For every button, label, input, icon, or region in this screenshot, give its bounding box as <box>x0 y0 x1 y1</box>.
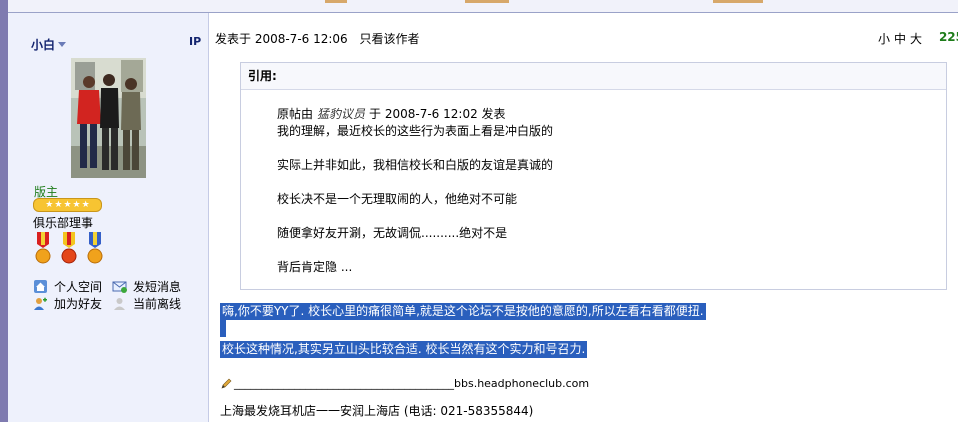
signature-dashes: ________________________________________ <box>234 377 454 390</box>
avatar <box>71 58 146 178</box>
reply-text-line: 校长这种情况,其实另立山头比较合适. 校长当然有这个实力和号召力. <box>220 341 588 358</box>
home-icon <box>34 280 47 293</box>
author-only-link[interactable]: 只看该作者 <box>360 32 420 46</box>
medal-list <box>33 232 105 266</box>
author-username[interactable]: 小白 <box>31 36 67 53</box>
quote-line: 校长决不是一个无理取闹的人，他绝对不可能 <box>277 192 518 206</box>
message-icon <box>112 281 127 293</box>
quote-block: 引用: 原帖由 猛豹议员于 2008-7-6 12:02 发表 我的理解，最近校长… <box>240 62 947 290</box>
rank-stars: ★ ★ ★ ★ ★ <box>33 198 102 212</box>
send-message-label: 发短消息 <box>133 280 182 294</box>
quote-header: 引用: <box>241 63 946 90</box>
quote-line: 我的理解，最近校长的这些行为表面上看是冲白版的 <box>277 124 554 138</box>
add-friend-icon <box>34 297 47 310</box>
star-icon: ★ <box>54 200 63 210</box>
send-message-link[interactable]: 发短消息 <box>112 278 181 295</box>
offline-user-icon <box>114 298 125 310</box>
quote-body: 原帖由 猛豹议员于 2008-7-6 12:02 发表 我的理解，最近校长的这些行… <box>277 106 553 276</box>
personal-space-link[interactable]: 个人空间 <box>33 278 102 295</box>
star-icon: ★ <box>72 200 81 210</box>
window-left-border <box>0 0 8 422</box>
post-content: 发表于 2008-7-6 12:06 只看该作者 小中大 225 引用: 原帖由… <box>209 13 958 422</box>
personal-space-label: 个人空间 <box>54 280 103 294</box>
medal-icon[interactable] <box>33 232 53 266</box>
quote-author-link[interactable]: 猛豹议员 <box>317 107 365 121</box>
quote-line: 随便拿好友开涮，无故调侃..........绝对不是 <box>277 226 508 240</box>
quote-line: 实际上并非如此，我相信校长和白版的友谊是真诚的 <box>277 158 554 172</box>
star-icon: ★ <box>81 200 90 210</box>
author-sidebar: 小白 IP 版主 ★ ★ ★ ★ ★ 俱乐部理事 个人空间 发短消息 加为好友 … <box>8 13 209 422</box>
star-icon: ★ <box>45 200 54 210</box>
medal-icon[interactable] <box>59 232 79 266</box>
quote-byline: 原帖由 猛豹议员于 2008-7-6 12:02 发表 <box>277 107 506 121</box>
ip-button[interactable]: IP <box>189 35 201 48</box>
user-title: 俱乐部理事 <box>33 216 94 230</box>
signature-site[interactable]: bbs.headphoneclub.com <box>454 377 589 390</box>
floor-number[interactable]: 225 <box>939 30 958 44</box>
online-status: 当前离线 <box>112 295 181 312</box>
font-size-switcher[interactable]: 小中大 <box>878 30 926 47</box>
add-friend-link[interactable]: 加为好友 <box>33 295 102 312</box>
reply-blank-line <box>220 320 226 337</box>
star-icon: ★ <box>63 200 72 210</box>
reply-text-line: 嗨,你不要YY了. 校长心里的痛很简单,就是这个论坛不是按他的意愿的,所以左看右… <box>220 303 706 320</box>
post-date: 发表于 2008-7-6 12:06 <box>215 32 348 46</box>
chevron-down-icon[interactable] <box>58 42 67 47</box>
pencil-icon <box>221 378 232 388</box>
online-status-label: 当前离线 <box>133 297 182 311</box>
add-friend-label: 加为好友 <box>54 297 103 311</box>
signature-shop: 上海最发烧耳机店一一安润上海店 (电话: 021-58355844) <box>220 404 534 418</box>
medal-icon[interactable] <box>85 232 105 266</box>
previous-post-edge <box>8 0 958 13</box>
post-meta: 发表于 2008-7-6 12:06 只看该作者 <box>215 30 420 47</box>
quote-line: 背后肯定隐 ... <box>277 260 353 274</box>
signature-divider: ________________________________________… <box>220 377 589 390</box>
